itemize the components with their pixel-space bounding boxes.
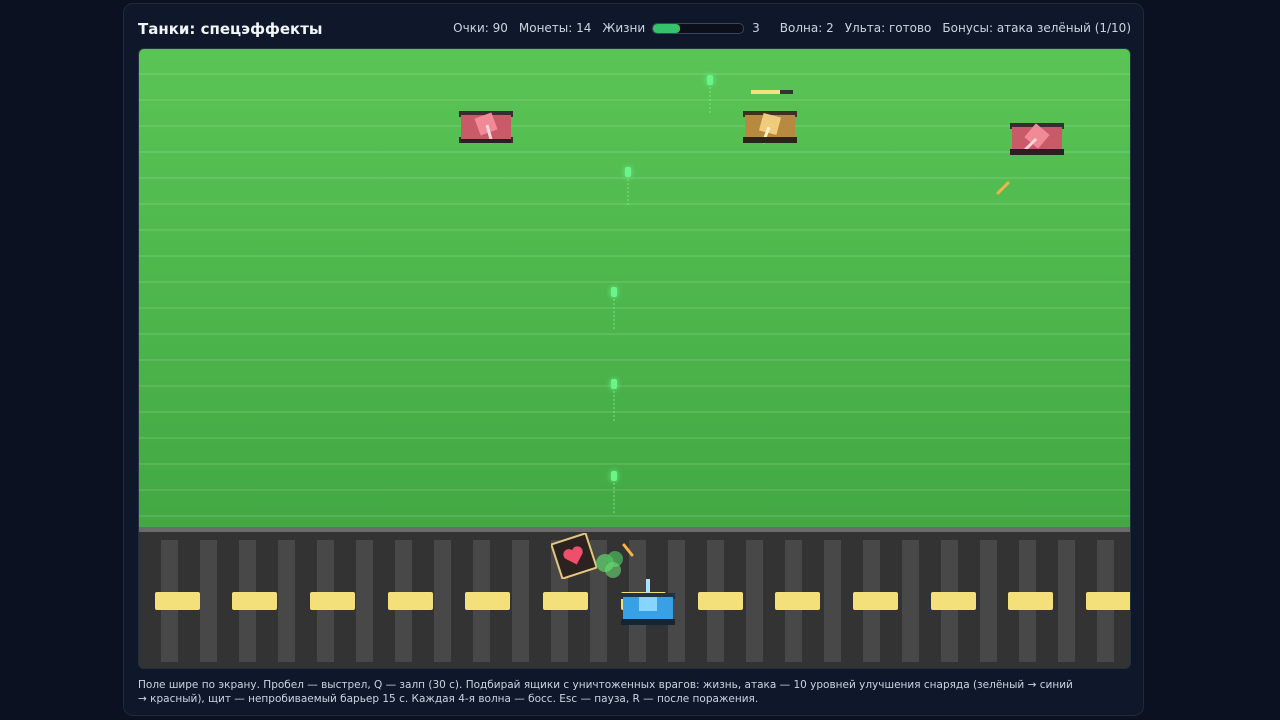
bullet-trail [709,87,711,113]
road-dash [543,592,588,610]
enemy-shell [996,181,1010,195]
road-dash [388,592,433,610]
game-panel: Танки: спецэффекты Очки: 90 Монеты: 14 Ж… [123,3,1144,716]
road-dash [155,592,200,610]
road-dash [775,592,820,610]
ult-status: Ульта: готово [844,21,932,35]
bullet-trail [627,179,629,205]
road-dash [1008,592,1053,610]
enemy-tank [1010,123,1064,155]
player-tank[interactable] [619,579,677,633]
player-bullet [625,167,631,177]
road-dash [465,592,510,610]
player-bullet [707,75,713,85]
spark-effect [622,543,634,557]
wave-display: Волна: 2 [779,21,834,35]
elite-enemy-tank [743,111,797,144]
lives-label: Жизни [602,21,646,35]
lives-value: 3 [752,21,760,35]
lives-bar-fill [653,23,681,33]
player-bullet [611,379,617,389]
bullet-trail [613,391,615,421]
road-dash [1086,592,1130,610]
enemy-health-bar [751,90,793,94]
game-title: Танки: спецэффекты [138,20,323,38]
grass-stripes [139,49,1130,529]
hud: Очки: 90 Монеты: 14 Жизни 3 Волна: 2 Уль… [453,21,1131,35]
help-text: Поле шире по экрану. Пробел — выстрел, Q… [138,679,1073,705]
road-dash [232,592,277,610]
score-display: Очки: 90 [453,21,508,35]
player-bullet [611,287,617,297]
game-field[interactable] [138,48,1131,669]
lives-bar [652,22,745,34]
enemy-tank [459,111,513,144]
lives-display: Жизни 3 [602,21,759,35]
bonus-status: Бонусы: атака зелёный (1/10) [942,21,1131,35]
coins-display: Монеты: 14 [518,21,592,35]
player-bullet [611,471,617,481]
road-dash [310,592,355,610]
road-dash [931,592,976,610]
bullet-trail [613,483,615,513]
road-dash [698,592,743,610]
bullet-trail [613,299,615,329]
road-dash [853,592,898,610]
